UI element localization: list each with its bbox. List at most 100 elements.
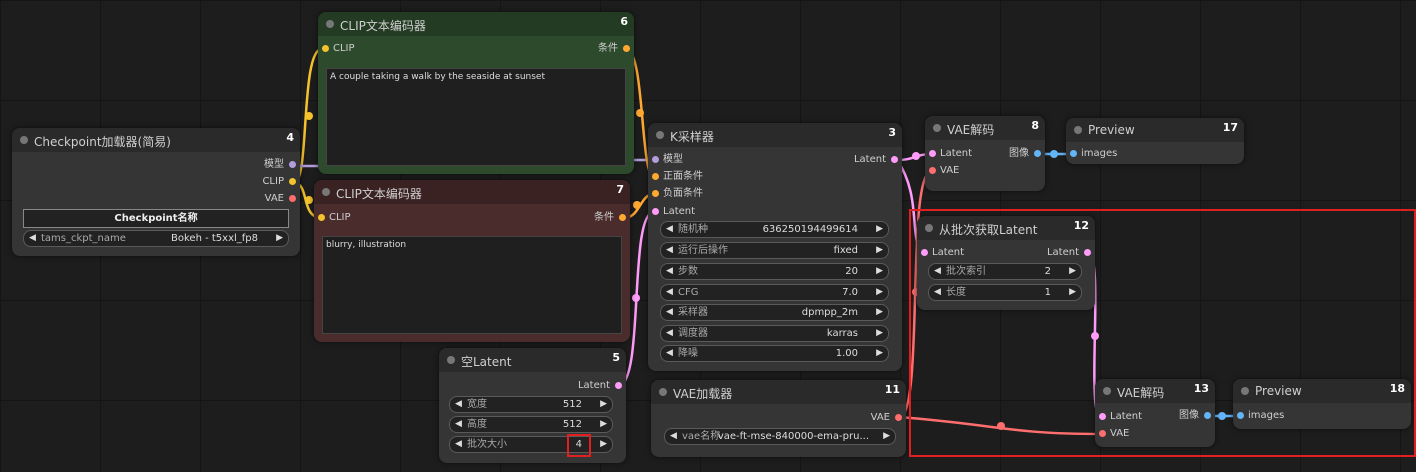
input-latent[interactable]: Latent [929, 147, 989, 161]
conditioning-pin-icon[interactable] [652, 173, 659, 180]
arrow-left-icon[interactable]: ◀ [666, 305, 673, 320]
vae-name-combo[interactable]: ◀ vae名称 vae-ft-mse-840000-ema-pru... ▶ [664, 428, 896, 445]
prompt-textarea[interactable]: blurry, illustration [322, 236, 622, 334]
latent-pin-icon[interactable] [652, 208, 659, 215]
arrow-left-icon[interactable]: ◀ [666, 326, 673, 341]
arrow-right-icon[interactable]: ▶ [876, 305, 883, 320]
input-model[interactable]: 模型 [652, 153, 742, 167]
node-preview-17[interactable]: Preview 17 images [1066, 118, 1244, 164]
output-latent[interactable]: Latent [542, 379, 622, 393]
latent-pin-icon[interactable] [929, 150, 936, 157]
arrow-right-icon[interactable]: ▶ [876, 243, 883, 258]
arrow-left-icon[interactable]: ◀ [666, 243, 673, 258]
vae-pin-icon[interactable] [289, 195, 296, 202]
node-title: VAE加载器 [673, 387, 733, 401]
image-pin-icon[interactable] [1070, 150, 1077, 157]
output-conditioning[interactable]: 条件 [546, 211, 626, 225]
node-id: 11 [884, 383, 900, 396]
arrow-right-icon[interactable]: ▶ [276, 231, 283, 246]
node-header[interactable]: VAE加载器 11 [651, 380, 906, 404]
vae-pin-icon[interactable] [895, 414, 902, 421]
input-negative[interactable]: 负面条件 [652, 187, 742, 201]
arrow-right-icon[interactable]: ▶ [883, 429, 890, 444]
steps-widget[interactable]: ◀ 步数 20 ▶ [660, 263, 889, 280]
arrow-right-icon[interactable]: ▶ [876, 285, 883, 300]
node-header[interactable]: CLIP文本编码器 7 [314, 180, 630, 204]
collapse-dot-icon[interactable] [322, 188, 330, 196]
arrow-right-icon[interactable]: ▶ [600, 437, 607, 452]
conditioning-pin-icon[interactable] [619, 214, 626, 221]
output-image[interactable]: 图像 [991, 147, 1041, 161]
output-vae[interactable]: VAE [216, 192, 296, 206]
collapse-dot-icon[interactable] [933, 124, 941, 132]
arrow-right-icon[interactable]: ▶ [876, 264, 883, 279]
collapse-dot-icon[interactable] [659, 388, 667, 396]
input-vae[interactable]: VAE [929, 164, 989, 178]
arrow-left-icon[interactable]: ◀ [29, 231, 36, 246]
denoise-widget[interactable]: ◀ 降噪 1.00 ▶ [660, 345, 889, 362]
arrow-left-icon[interactable]: ◀ [455, 397, 462, 412]
output-clip[interactable]: CLIP [216, 175, 296, 189]
height-widget[interactable]: ◀ 高度 512 ▶ [449, 416, 613, 433]
conditioning-pin-icon[interactable] [623, 45, 630, 52]
image-pin-icon[interactable] [1034, 150, 1041, 157]
node-vae-loader[interactable]: VAE加载器 11 VAE ◀ vae名称 vae-ft-mse-840000-… [651, 380, 906, 457]
clip-pin-icon[interactable] [289, 178, 296, 185]
node-ksampler[interactable]: K采样器 3 模型 正面条件 负面条件 Latent Latent ◀ 随机种 … [648, 123, 902, 371]
output-latent[interactable]: Latent [818, 153, 898, 167]
prompt-textarea[interactable]: A couple taking a walk by the seaside at… [326, 68, 626, 166]
node-header[interactable]: Checkpoint加载器(简易) 4 [12, 128, 300, 152]
arrow-left-icon[interactable]: ◀ [670, 429, 677, 444]
node-checkpoint-loader[interactable]: Checkpoint加载器(简易) 4 模型 CLIP VAE Checkpoi… [12, 128, 300, 256]
ckpt-name-combo[interactable]: ◀ tams_ckpt_name Bokeh - t5xxl_fp8 ▶ [23, 230, 289, 247]
collapse-dot-icon[interactable] [656, 131, 664, 139]
scheduler-widget[interactable]: ◀ 调度器 karras ▶ [660, 325, 889, 342]
node-vae-decode-8[interactable]: VAE解码 8 Latent VAE 图像 [925, 116, 1045, 191]
seed-widget[interactable]: ◀ 随机种 636250194499614 ▶ [660, 221, 889, 238]
arrow-right-icon[interactable]: ▶ [876, 222, 883, 237]
arrow-left-icon[interactable]: ◀ [666, 222, 673, 237]
model-pin-icon[interactable] [652, 156, 659, 163]
node-header[interactable]: K采样器 3 [648, 123, 902, 147]
arrow-left-icon[interactable]: ◀ [666, 346, 673, 361]
node-clip-text-negative[interactable]: CLIP文本编码器 7 CLIP 条件 blurry, illustration [314, 180, 630, 342]
node-empty-latent[interactable]: 空Latent 5 Latent ◀ 宽度 512 ▶ ◀ 高度 512 ▶ ◀… [439, 348, 626, 463]
arrow-left-icon[interactable]: ◀ [666, 264, 673, 279]
arrow-right-icon[interactable]: ▶ [600, 417, 607, 432]
node-id: 17 [1222, 121, 1238, 134]
collapse-dot-icon[interactable] [326, 20, 334, 28]
clip-pin-icon[interactable] [318, 214, 325, 221]
collapse-dot-icon[interactable] [20, 136, 28, 144]
latent-pin-icon[interactable] [615, 382, 622, 389]
clip-pin-icon[interactable] [322, 45, 329, 52]
input-clip[interactable]: CLIP [318, 211, 398, 225]
sampler-widget[interactable]: ◀ 采样器 dpmpp_2m ▶ [660, 304, 889, 321]
output-conditioning[interactable]: 条件 [550, 42, 630, 56]
input-clip[interactable]: CLIP [322, 42, 402, 56]
collapse-dot-icon[interactable] [447, 356, 455, 364]
input-positive[interactable]: 正面条件 [652, 170, 742, 184]
node-clip-text-positive[interactable]: CLIP文本编码器 6 CLIP 条件 A couple taking a wa… [318, 12, 634, 174]
width-widget[interactable]: ◀ 宽度 512 ▶ [449, 396, 613, 413]
arrow-right-icon[interactable]: ▶ [876, 326, 883, 341]
arrow-right-icon[interactable]: ▶ [600, 397, 607, 412]
arrow-left-icon[interactable]: ◀ [455, 417, 462, 432]
vae-pin-icon[interactable] [929, 167, 936, 174]
arrow-left-icon[interactable]: ◀ [666, 285, 673, 300]
cfg-widget[interactable]: ◀ CFG 7.0 ▶ [660, 284, 889, 301]
input-images[interactable]: images [1070, 147, 1150, 161]
output-model[interactable]: 模型 [216, 158, 296, 172]
output-vae[interactable]: VAE [822, 411, 902, 425]
latent-pin-icon[interactable] [891, 156, 898, 163]
node-header[interactable]: Preview 17 [1066, 118, 1244, 142]
node-header[interactable]: CLIP文本编码器 6 [318, 12, 634, 36]
control-after-generate-widget[interactable]: ◀ 运行后操作 fixed ▶ [660, 242, 889, 259]
conditioning-pin-icon[interactable] [652, 190, 659, 197]
input-latent[interactable]: Latent [652, 205, 742, 219]
model-pin-icon[interactable] [289, 161, 296, 168]
collapse-dot-icon[interactable] [1074, 126, 1082, 134]
arrow-left-icon[interactable]: ◀ [455, 437, 462, 452]
node-header[interactable]: 空Latent 5 [439, 348, 626, 372]
node-header[interactable]: VAE解码 8 [925, 116, 1045, 140]
arrow-right-icon[interactable]: ▶ [876, 346, 883, 361]
